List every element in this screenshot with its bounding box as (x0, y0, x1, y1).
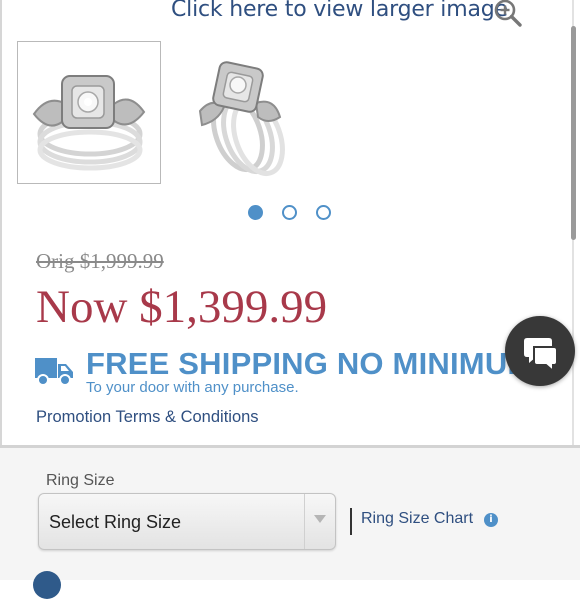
ring-size-chart-link[interactable]: Ring Size Chart (361, 510, 473, 528)
ring-front-image (32, 75, 146, 171)
info-icon[interactable]: i (484, 513, 498, 527)
ring-size-select-value: Select Ring Size (49, 512, 182, 532)
thumbnail-ring-angled[interactable] (178, 41, 320, 182)
view-larger-image-link[interactable]: Click here to view larger image (0, 0, 580, 30)
partially-visible-icon[interactable] (33, 571, 61, 599)
scrollbar-thumb[interactable] (571, 26, 576, 240)
view-larger-image-text[interactable]: Click here to view larger image (171, 0, 508, 22)
pagination-dot-2[interactable] (282, 205, 297, 220)
thumbnail-ring-front[interactable] (17, 41, 161, 184)
pagination-dot-3[interactable] (316, 205, 331, 220)
ring-size-chart-separator (350, 508, 352, 535)
ring-size-select[interactable]: Select Ring Size (38, 493, 336, 550)
chat-bubbles-icon (524, 338, 558, 374)
original-price: Orig $1,999.99 (36, 249, 164, 273)
free-shipping-subtext: To your door with any purchase. (86, 379, 299, 396)
free-shipping-headline: FREE SHIPPING NO MINIMUM (86, 346, 534, 381)
gallery-pagination (248, 205, 338, 225)
promotion-terms-link[interactable]: Promotion Terms & Conditions (36, 408, 259, 427)
pagination-dot-1[interactable] (248, 205, 263, 220)
select-dropdown-toggle[interactable] (304, 494, 335, 549)
delivery-truck-icon (35, 358, 73, 386)
ring-angled-image (198, 61, 285, 176)
chevron-down-icon (314, 515, 326, 523)
zoom-in-icon[interactable] (492, 0, 524, 30)
ring-size-label: Ring Size (46, 472, 115, 489)
chat-button[interactable] (505, 316, 575, 386)
content-left-border (0, 0, 2, 445)
current-price: Now $1,399.99 (36, 281, 328, 333)
